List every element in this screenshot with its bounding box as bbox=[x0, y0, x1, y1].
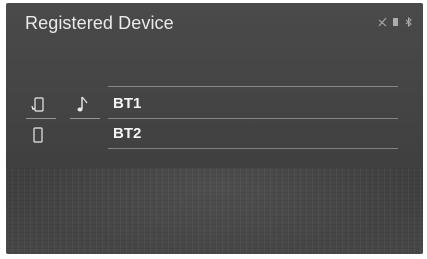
background-texture bbox=[6, 168, 423, 254]
battery-icon bbox=[391, 14, 400, 26]
status-bar bbox=[378, 14, 413, 28]
phone-icon bbox=[31, 126, 45, 144]
music-note-icon bbox=[76, 94, 90, 114]
signal-off-icon bbox=[378, 14, 387, 27]
device-name: BT2 bbox=[113, 125, 142, 142]
list-divider bbox=[108, 86, 398, 87]
phone-connected-icon bbox=[31, 96, 45, 114]
device-row-bt2[interactable]: BT2 bbox=[6, 121, 423, 149]
device-name: BT1 bbox=[113, 95, 142, 112]
page-title: Registered Device bbox=[25, 13, 174, 33]
icon-underline bbox=[70, 118, 100, 119]
bluetooth-icon bbox=[404, 14, 413, 28]
icon-underline bbox=[26, 118, 56, 119]
device-row-bt1[interactable]: BT1 bbox=[6, 91, 423, 119]
row-divider bbox=[108, 148, 398, 149]
row-divider bbox=[108, 118, 398, 119]
registered-device-screen: Registered Device BT1 BT2 bbox=[6, 3, 423, 254]
